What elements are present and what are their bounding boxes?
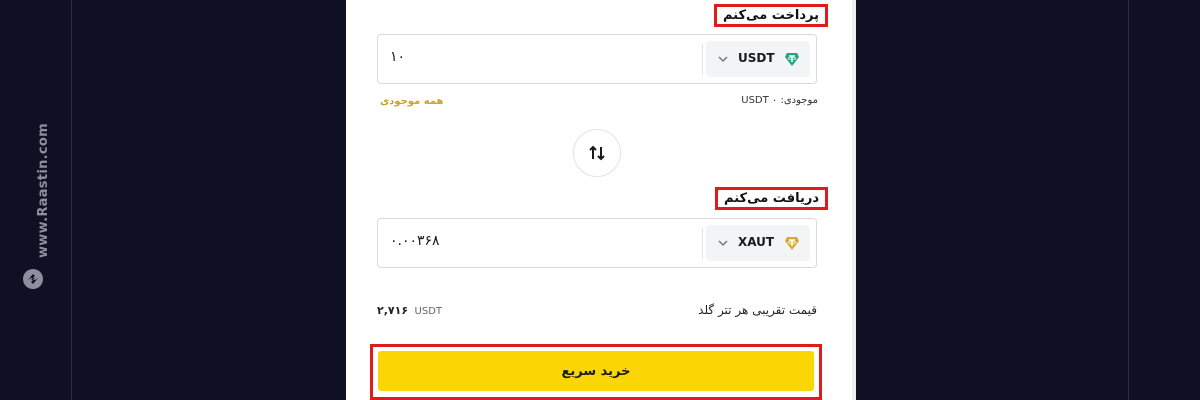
pay-label: پرداخت می‌کنم (713, 4, 828, 27)
chevron-down-icon (718, 56, 728, 63)
site-watermark: www.Raastin.com (36, 123, 51, 258)
quick-buy-button[interactable]: خرید سریع (378, 351, 814, 391)
pay-coin-select[interactable]: USDT (706, 41, 810, 77)
receive-field[interactable]: ۰.۰۰۳۶۸ XAUT (377, 218, 817, 268)
receive-coin-name: XAUT (738, 235, 775, 249)
swap-button[interactable] (573, 129, 621, 177)
right-divider-line (1128, 0, 1129, 400)
panel-edge (852, 0, 856, 400)
pay-balance: موجودی: USDT ۰ (741, 95, 818, 106)
receive-amount-input[interactable]: ۰.۰۰۳۶۸ (390, 233, 440, 249)
swap-arrows-icon (589, 145, 605, 161)
raastin-logo-icon (23, 269, 43, 289)
pay-field[interactable]: ۱۰ USDT (377, 34, 817, 84)
pay-coin-name: USDT (738, 51, 775, 65)
tether-icon (785, 53, 799, 66)
pay-amount-input[interactable]: ۱۰ (390, 49, 405, 65)
price-unit: USDT (414, 306, 443, 317)
all-balance-link[interactable]: همه موجودی (380, 96, 443, 107)
receive-coin-select[interactable]: XAUT (706, 225, 810, 261)
field-divider (702, 227, 703, 259)
left-divider-line (71, 0, 72, 400)
tether-gold-icon (785, 237, 799, 250)
price-label: قیمت تقریبی هر تتر گلد (698, 303, 817, 317)
receive-label: دریافت می‌کنم (715, 187, 828, 210)
chevron-down-icon (718, 240, 728, 247)
field-divider (702, 43, 703, 75)
price-value: ۲,۷۱۶ USDT (377, 304, 442, 317)
price-number: ۲,۷۱۶ (377, 304, 409, 317)
